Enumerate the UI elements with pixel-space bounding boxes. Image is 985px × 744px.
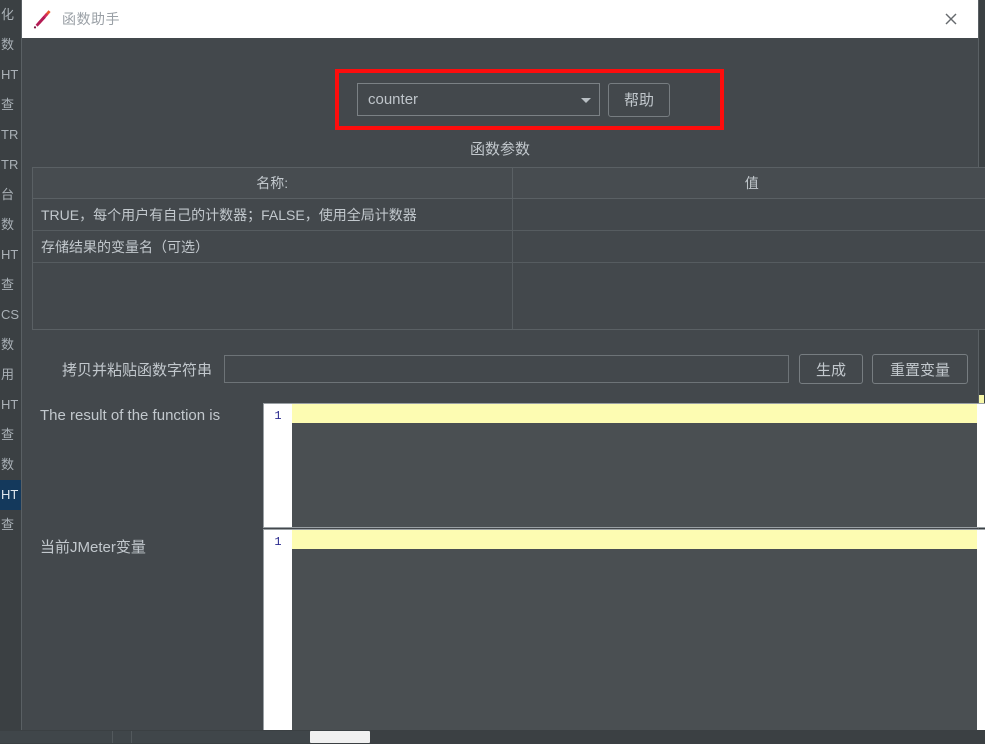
dialog-title: 函数助手 <box>62 11 120 27</box>
result-editor-gutter: 1 <box>264 404 292 527</box>
result-editor-scrollbar[interactable] <box>977 404 985 527</box>
result-editor[interactable]: 1 <box>263 403 985 528</box>
param-name-cell: 存储结果的变量名（可选） <box>33 230 513 263</box>
close-icon[interactable] <box>938 6 964 32</box>
variables-editor-text[interactable] <box>292 530 977 744</box>
chevron-down-icon[interactable] <box>573 84 599 115</box>
table-filler-cell <box>512 263 985 330</box>
line-number: 1 <box>274 409 282 423</box>
function-params-table[interactable]: 名称: 值 TRUE，每个用户有自己的计数器；FALSE，使用全局计数器 存储结… <box>32 167 985 330</box>
background-tree-item[interactable]: 数 <box>0 210 22 240</box>
background-tree-item[interactable]: CS <box>0 300 22 330</box>
background-tree-item[interactable]: HT <box>0 240 22 270</box>
params-caption: 函数参数 <box>469 141 530 158</box>
help-button[interactable]: 帮助 <box>608 82 670 117</box>
function-select[interactable]: counter <box>357 83 600 116</box>
current-line-highlight <box>292 404 977 423</box>
dialog-body: counter 帮助 函数参数 名称: 值 TRUE，每个用户有自己的计数器；F… <box>22 38 985 744</box>
background-tree-item[interactable]: 查 <box>0 420 22 450</box>
function-selector-highlight: counter 帮助 <box>335 69 724 130</box>
background-tree-item[interactable]: 数 <box>0 450 22 480</box>
hscrollbar-segment <box>0 731 113 743</box>
table-filler-cell <box>33 262 513 329</box>
background-tree-item[interactable]: 台 <box>0 180 22 210</box>
jmeter-feather-icon <box>32 8 52 30</box>
column-header-value[interactable]: 值 <box>512 168 985 199</box>
function-helper-dialog: 函数助手 counter 帮助 函数参数 名称: 值 TRUE，每个用户有自己的… <box>22 0 985 744</box>
variables-editor-label: 当前JMeter变量 <box>40 539 146 556</box>
param-value-cell[interactable] <box>512 198 985 231</box>
copy-paste-label: 拷贝并粘贴函数字符串 <box>61 361 212 379</box>
table-filler-row <box>33 262 985 330</box>
background-tree-item[interactable]: TR <box>0 120 22 150</box>
column-header-name[interactable]: 名称: <box>33 168 513 199</box>
background-tree-item[interactable]: 用 <box>0 360 22 390</box>
background-tree-item-selected[interactable]: HT <box>0 480 22 510</box>
table-row[interactable]: TRUE，每个用户有自己的计数器；FALSE，使用全局计数器 <box>33 198 985 231</box>
copy-paste-row: 拷贝并粘贴函数字符串 生成 重置变量 <box>22 349 978 389</box>
line-number: 1 <box>274 535 282 549</box>
generate-button[interactable]: 生成 <box>799 354 863 384</box>
background-tree-item[interactable]: 查 <box>0 90 22 120</box>
background-tree-item[interactable]: 化 <box>0 0 22 30</box>
hscrollbar-thumb[interactable] <box>310 731 370 743</box>
hscrollbar-segment <box>132 731 311 743</box>
result-editor-label: The result of the function is <box>40 407 221 424</box>
function-select-value: counter <box>368 91 419 108</box>
current-line-highlight <box>292 530 977 549</box>
variables-editor[interactable]: 1 <box>263 529 985 744</box>
table-row[interactable]: 存储结果的变量名（可选） <box>33 230 985 263</box>
background-tree-item[interactable]: 查 <box>0 270 22 300</box>
param-value-cell[interactable] <box>512 230 985 263</box>
param-name-cell: TRUE，每个用户有自己的计数器；FALSE，使用全局计数器 <box>33 198 513 231</box>
reset-variables-button[interactable]: 重置变量 <box>872 354 968 384</box>
variables-editor-gutter: 1 <box>264 530 292 744</box>
background-tree-item[interactable]: 查 <box>0 510 22 540</box>
dialog-titlebar[interactable]: 函数助手 <box>22 0 978 38</box>
result-editor-text[interactable] <box>292 404 977 527</box>
hscrollbar-segment <box>113 731 132 743</box>
background-tree-item[interactable]: 数 <box>0 330 22 360</box>
table-header-row: 名称: 值 <box>33 168 985 199</box>
background-tree-item[interactable]: TR <box>0 150 22 180</box>
copy-paste-input[interactable] <box>224 355 789 383</box>
screen-root: 化 数 HT 查 TR TR 台 数 HT 查 CS 数 用 HT 查 数 HT… <box>0 0 985 744</box>
background-tree-panel[interactable]: 化 数 HT 查 TR TR 台 数 HT 查 CS 数 用 HT 查 数 HT… <box>0 0 22 744</box>
variables-editor-scrollbar[interactable] <box>977 530 985 744</box>
background-tree-item[interactable]: HT <box>0 390 22 420</box>
background-hscrollbar[interactable] <box>0 730 985 744</box>
background-tree-item[interactable]: HT <box>0 60 22 90</box>
background-tree-item[interactable]: 数 <box>0 30 22 60</box>
